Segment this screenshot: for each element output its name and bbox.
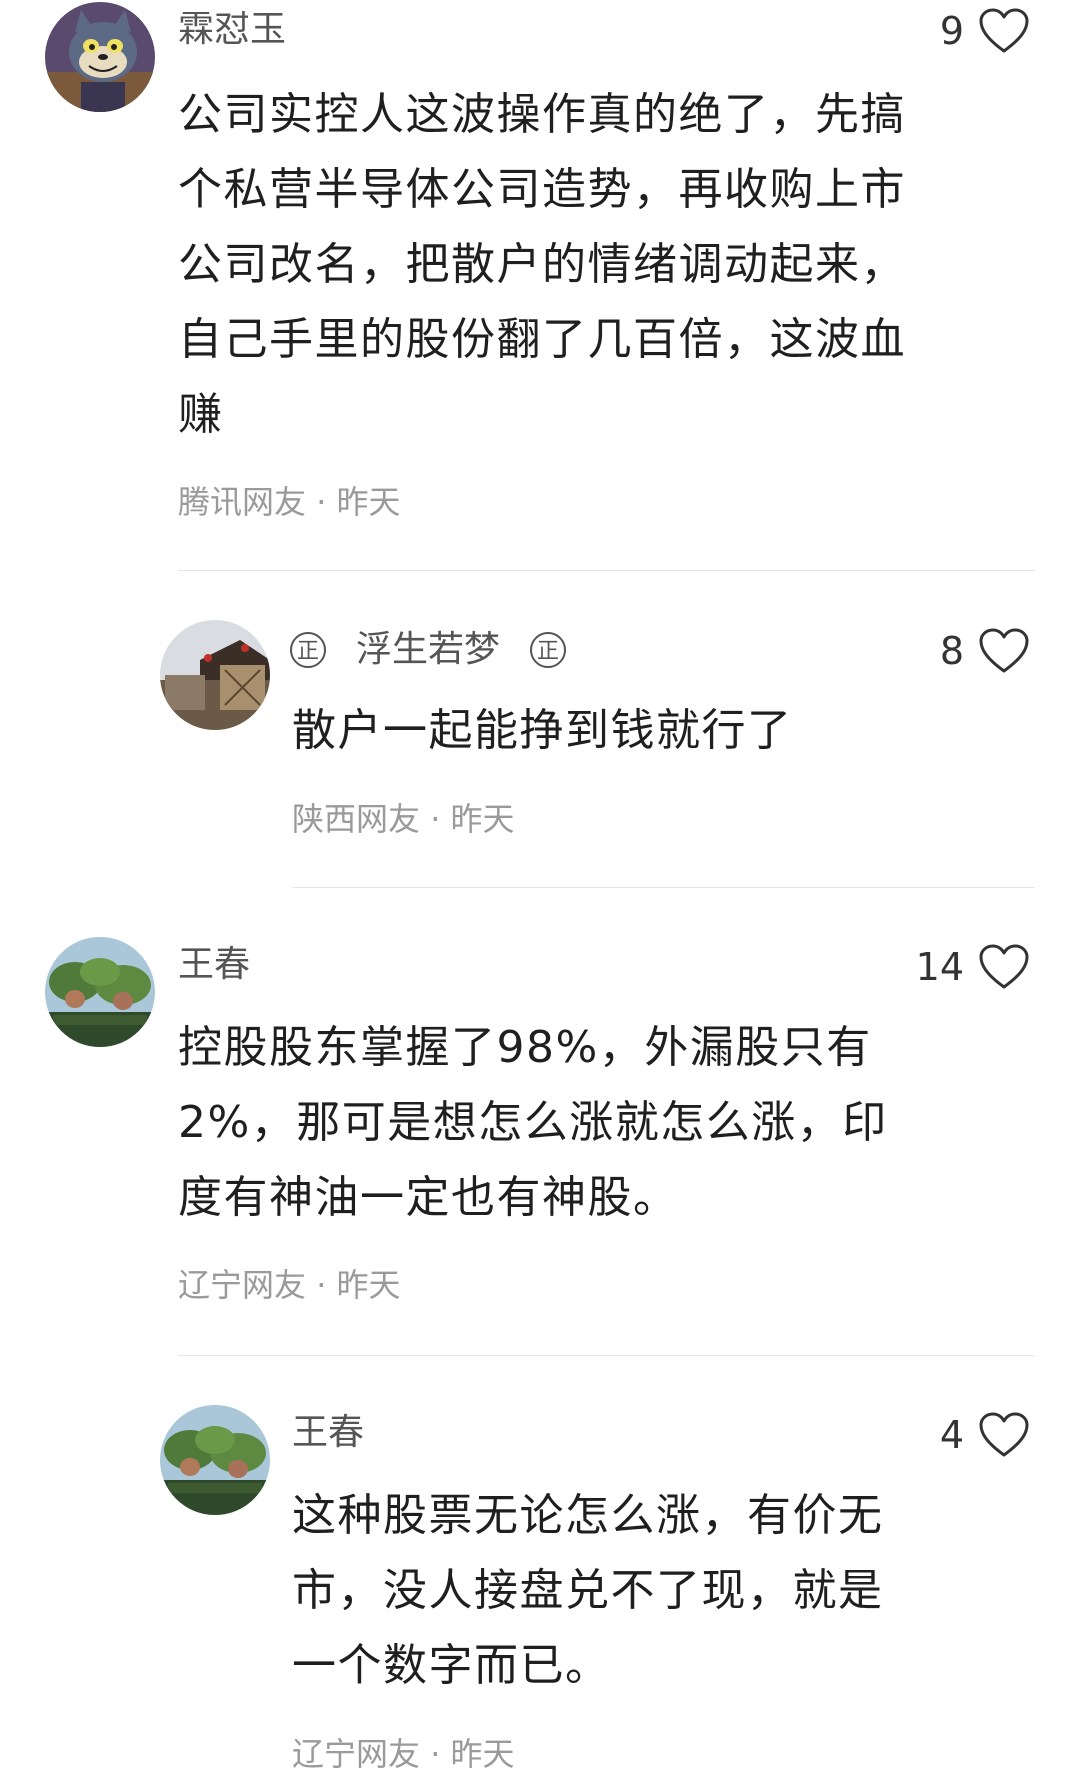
username[interactable]: 王春 bbox=[292, 1411, 364, 1455]
timestamp: 昨天 bbox=[336, 483, 401, 521]
comment-meta: 陕西网友 · 昨天 bbox=[292, 799, 515, 839]
heart-outline-icon[interactable] bbox=[978, 7, 1030, 55]
like-count: 9 bbox=[939, 9, 964, 53]
comment-meta: 辽宁网友 · 昨天 bbox=[292, 1734, 515, 1774]
username[interactable]: 浮生若梦 bbox=[356, 629, 500, 670]
comment-line: 公司改名，把散户的情绪调动起来， bbox=[178, 239, 906, 290]
location: 陕西网友 bbox=[292, 800, 421, 838]
heart-outline-icon[interactable] bbox=[978, 1411, 1030, 1459]
cartoon-cat-avatar-icon bbox=[45, 2, 155, 112]
comment-line: 赚 bbox=[178, 389, 224, 440]
location: 腾讯网友 bbox=[178, 483, 307, 521]
building-photo-avatar-icon bbox=[160, 620, 270, 730]
username[interactable]: 霖怼玉 bbox=[178, 8, 286, 52]
separator: · bbox=[430, 1735, 441, 1773]
location: 辽宁网友 bbox=[178, 1266, 307, 1304]
comment-text: 控股股东掌握了98%，外漏股只有 2%，那可是想怎么涨就怎么涨，印 度有神油一定… bbox=[178, 1010, 888, 1235]
comment-line: 度有神油一定也有神股。 bbox=[178, 1172, 679, 1223]
avatar[interactable] bbox=[45, 937, 155, 1047]
verified-badge-icon: 正 bbox=[530, 632, 567, 668]
comment-line: 个私营半导体公司造势，再收购上市 bbox=[178, 164, 906, 215]
comment-line: 自己手里的股份翻了几百倍，这波血 bbox=[178, 314, 906, 365]
location: 辽宁网友 bbox=[292, 1735, 421, 1773]
username[interactable]: 王春 bbox=[178, 943, 250, 987]
comment-meta: 腾讯网友 · 昨天 bbox=[178, 482, 401, 522]
comment-meta: 辽宁网友 · 昨天 bbox=[178, 1265, 401, 1305]
comment-line: 市，没人接盘兑不了现，就是 bbox=[292, 1565, 884, 1616]
username-row[interactable]: 正浮生若梦正 bbox=[290, 627, 567, 672]
avatar[interactable] bbox=[45, 2, 155, 112]
separator: · bbox=[316, 483, 327, 521]
divider bbox=[178, 570, 1035, 571]
comment-line: 散户一起能挣到钱就行了 bbox=[292, 705, 793, 756]
timestamp: 昨天 bbox=[450, 800, 515, 838]
divider bbox=[292, 887, 1035, 888]
like-count: 8 bbox=[939, 629, 964, 673]
avatar[interactable] bbox=[160, 1405, 270, 1515]
like-count: 14 bbox=[915, 945, 964, 989]
divider bbox=[178, 1355, 1035, 1356]
comment-line: 这种股票无论怎么涨，有价无 bbox=[292, 1490, 884, 1541]
comment-line: 公司实控人这波操作真的绝了，先搞 bbox=[178, 89, 906, 140]
comment-text: 公司实控人这波操作真的绝了，先搞 个私营半导体公司造势，再收购上市 公司改名，把… bbox=[178, 77, 906, 452]
comment-line: 2%，那可是想怎么涨就怎么涨，印 bbox=[178, 1097, 888, 1148]
soldiers-photo-avatar-icon bbox=[160, 1405, 270, 1515]
comment-line: 一个数字而已。 bbox=[292, 1640, 611, 1691]
comment-text: 这种股票无论怎么涨，有价无 市，没人接盘兑不了现，就是 一个数字而已。 bbox=[292, 1478, 884, 1703]
separator: · bbox=[430, 800, 441, 838]
timestamp: 昨天 bbox=[336, 1266, 401, 1304]
like-count: 4 bbox=[939, 1413, 964, 1457]
avatar[interactable] bbox=[160, 620, 270, 730]
separator: · bbox=[316, 1266, 327, 1304]
soldiers-photo-avatar-icon bbox=[45, 937, 155, 1047]
comment-text: 散户一起能挣到钱就行了 bbox=[292, 693, 793, 768]
like-button[interactable]: 4 bbox=[940, 1410, 1030, 1460]
like-button[interactable]: 9 bbox=[940, 6, 1030, 56]
heart-outline-icon[interactable] bbox=[978, 627, 1030, 675]
verified-badge-icon: 正 bbox=[290, 632, 326, 668]
like-button[interactable]: 8 bbox=[940, 626, 1030, 676]
comment-feed: 霖怼玉 9 公司实控人这波操作真的绝了，先搞 个私营半导体公司造势，再收购上市 … bbox=[0, 0, 1080, 1781]
like-button[interactable]: 14 bbox=[916, 942, 1030, 992]
comment-line: 控股股东掌握了98%，外漏股只有 bbox=[178, 1022, 872, 1073]
heart-outline-icon[interactable] bbox=[978, 943, 1030, 991]
timestamp: 昨天 bbox=[450, 1735, 515, 1773]
